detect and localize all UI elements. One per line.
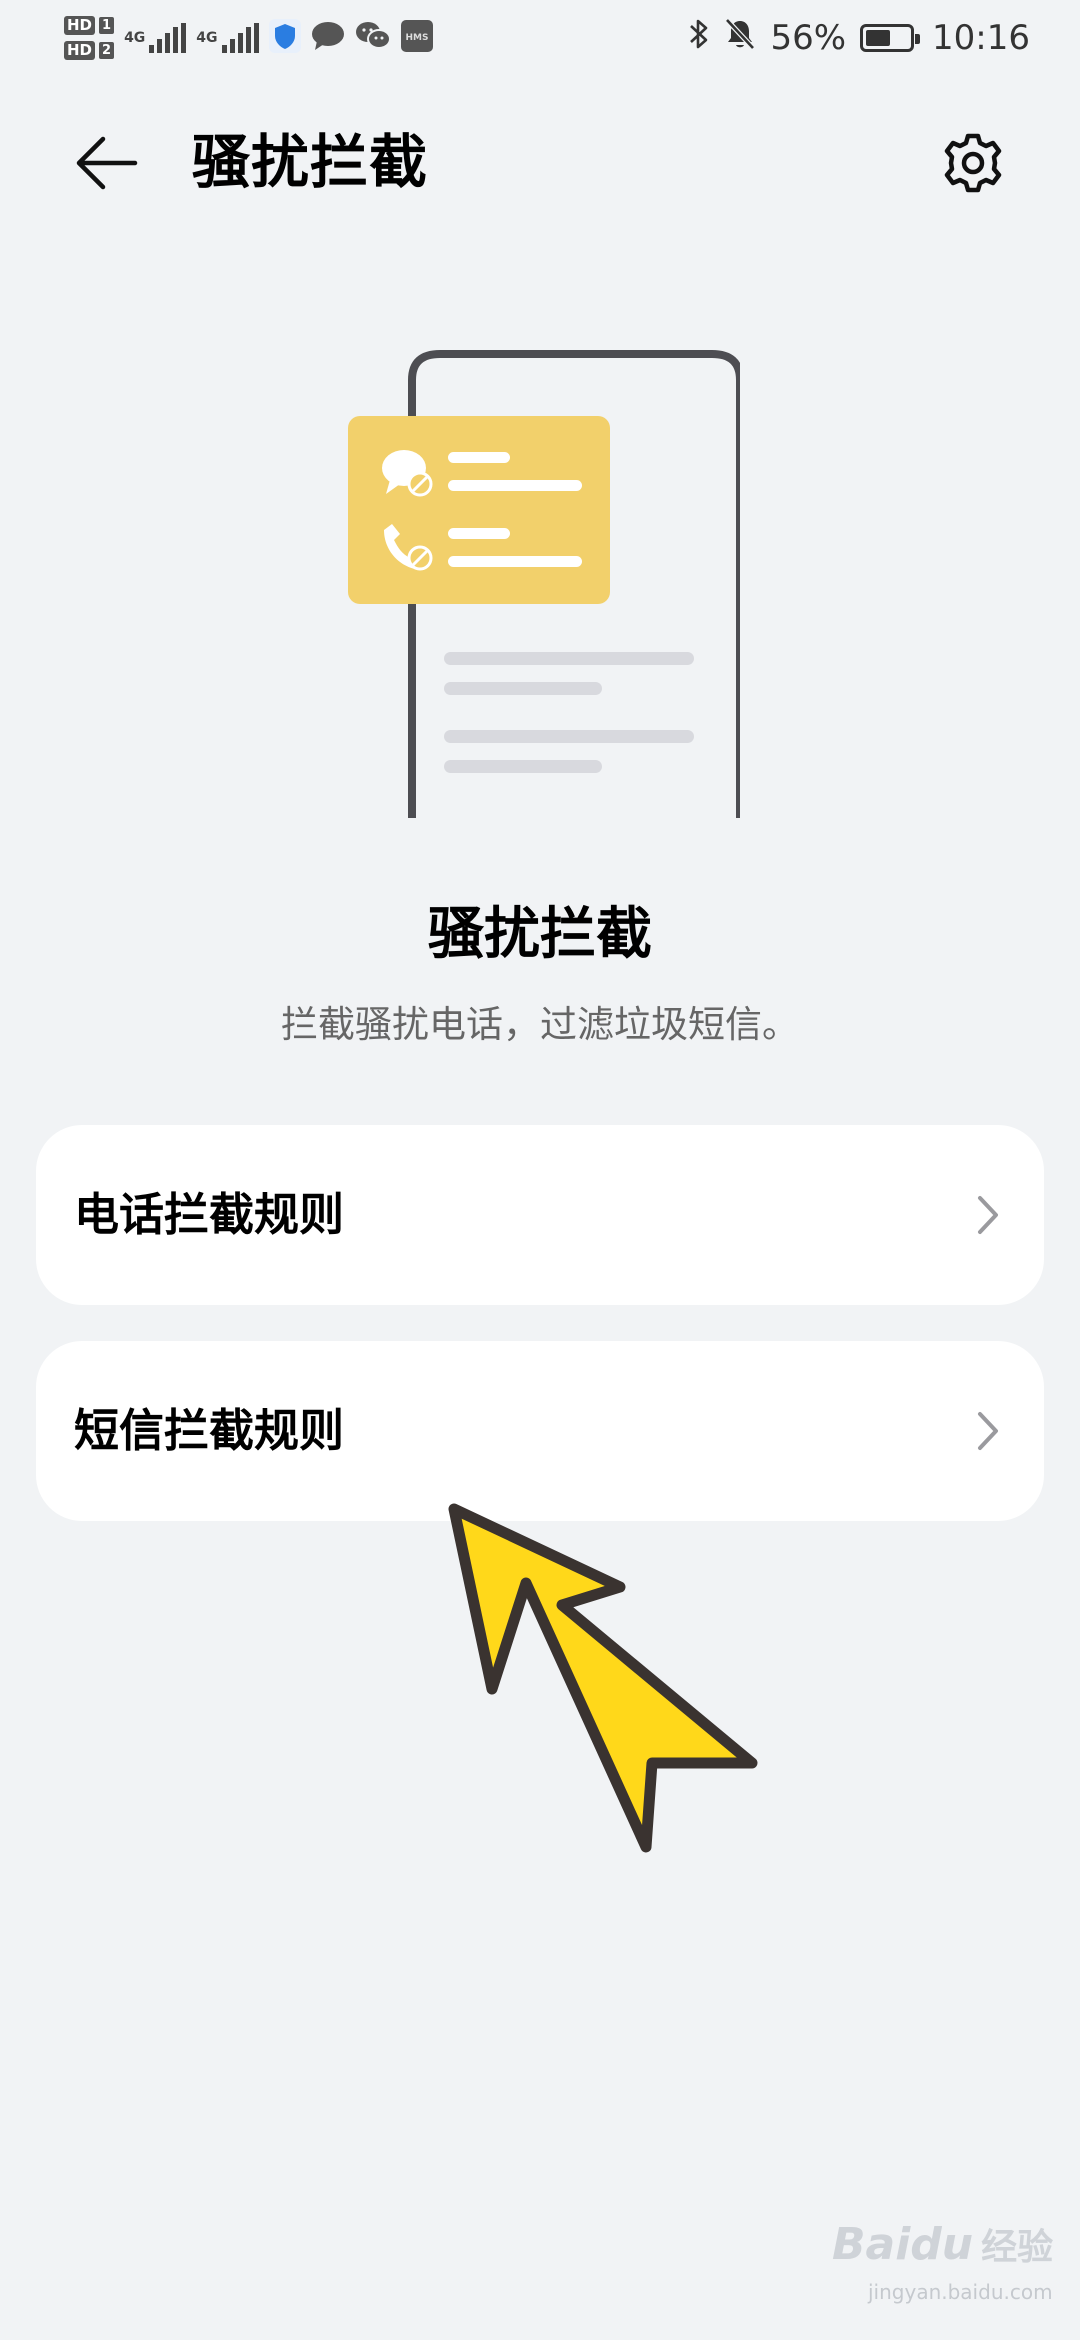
bell-muted-icon [724,17,756,60]
watermark-cn: 经验 [981,2227,1054,2268]
watermark-url: jingyan.baidu.com [868,2280,1053,2304]
battery-level [866,30,891,46]
arrow-left-icon [76,136,138,190]
hero-title: 骚扰拦截 [428,902,652,967]
call-block-rules-item[interactable]: 电话拦截规则 [36,1125,1044,1305]
call-block-rules-label: 电话拦截规则 [74,1188,345,1241]
signal-1: 4G [124,23,187,53]
status-bar-right: 56% 10:16 [688,10,1030,66]
sms-block-rules-item[interactable]: 短信拦截规则 [36,1341,1044,1521]
battery-icon [860,24,921,52]
gear-icon [944,133,1002,193]
message-bubble-icon [311,21,345,55]
sim1-number: 1 [99,17,115,34]
hd-badge: HD [64,16,96,35]
hero-subtitle: 拦截骚扰电话，过滤垃圾短信。 [281,1003,799,1046]
bluetooth-icon [688,17,710,60]
sms-block-rules-label: 短信拦截规则 [74,1404,345,1457]
pointer-arrow-icon [448,1503,758,1853]
signal-bars-icon [221,23,259,53]
sim2-indicator: HD 2 [64,41,115,60]
signal-2: 4G [196,23,259,53]
clock: 10:16 [932,18,1030,58]
settings-button[interactable] [928,118,1018,208]
wechat-icon [355,21,391,55]
hms-label: HMS [405,33,428,43]
back-button[interactable] [62,118,152,208]
baidu-watermark: Baidu 经验 [832,2218,1053,2270]
hms-icon: HMS [400,20,433,56]
status-bar-left: HD 1 HD 2 4G 4G HMS [64,8,433,68]
battery-percent: 56% [770,18,847,58]
sim1-indicator: HD 1 [64,16,115,35]
hd-badge: HD [64,41,96,60]
network-type-2: 4G [196,30,218,46]
sim2-number: 2 [99,42,115,59]
signal-bars-icon [149,23,187,53]
network-type-1: 4G [124,30,146,46]
sim-indicators: HD 1 HD 2 [64,16,115,60]
chevron-right-icon [968,1185,1008,1245]
page-title: 骚扰拦截 [192,128,429,196]
harassment-block-illustration [348,350,740,818]
watermark-brand: Baidu [832,2218,974,2270]
shield-icon [268,19,301,57]
status-bar: HD 1 HD 2 4G 4G HMS 56% 10:16 [0,0,1080,76]
chevron-right-icon [968,1401,1008,1461]
